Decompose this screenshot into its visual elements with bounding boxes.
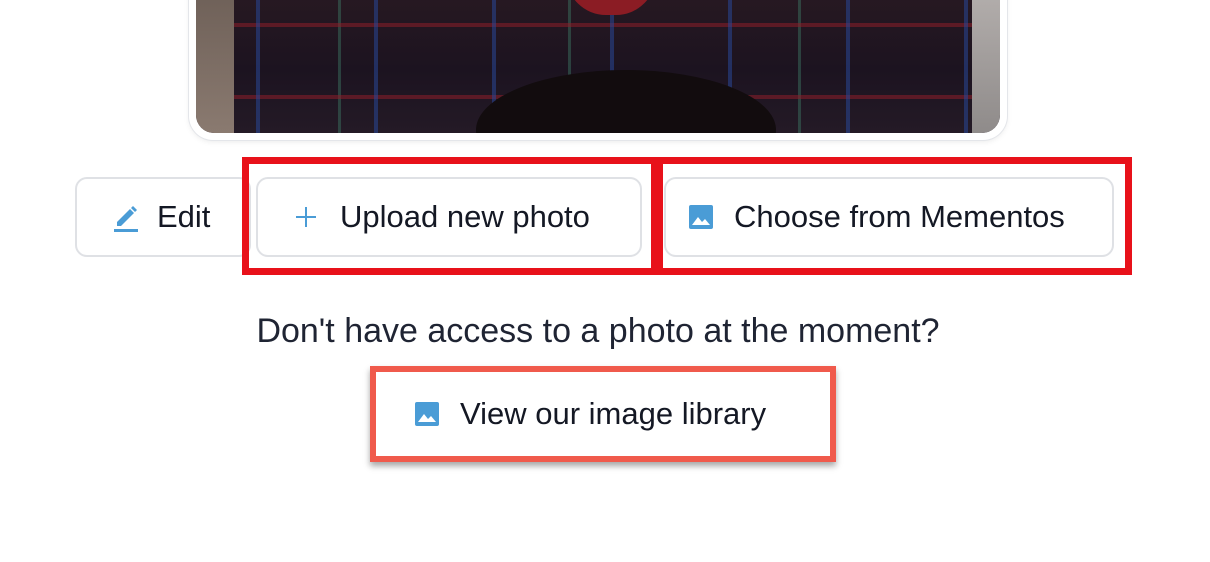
edit-button-label: Edit bbox=[157, 199, 211, 234]
edit-button[interactable]: Edit bbox=[75, 177, 251, 257]
upload-button-label: Upload new photo bbox=[340, 199, 590, 234]
photo-wall-left bbox=[196, 0, 234, 133]
photo-bow bbox=[566, 0, 656, 15]
pencil-icon bbox=[113, 202, 139, 232]
upload-new-photo-button[interactable]: Upload new photo bbox=[256, 177, 642, 257]
photo-card bbox=[189, 0, 1007, 140]
view-image-library-button[interactable]: View our image library bbox=[370, 366, 836, 462]
photo-wall-right bbox=[972, 0, 1000, 133]
image-icon bbox=[688, 204, 714, 230]
library-button-label: View our image library bbox=[460, 396, 767, 431]
profile-photo bbox=[196, 0, 1000, 133]
choose-from-mementos-button[interactable]: Choose from Mementos bbox=[664, 177, 1114, 257]
plus-icon bbox=[294, 205, 318, 229]
no-photo-question: Don't have access to a photo at the mome… bbox=[256, 312, 940, 350]
photo-hair bbox=[476, 70, 776, 133]
mementos-button-label: Choose from Mementos bbox=[734, 199, 1065, 234]
image-icon bbox=[414, 401, 440, 427]
